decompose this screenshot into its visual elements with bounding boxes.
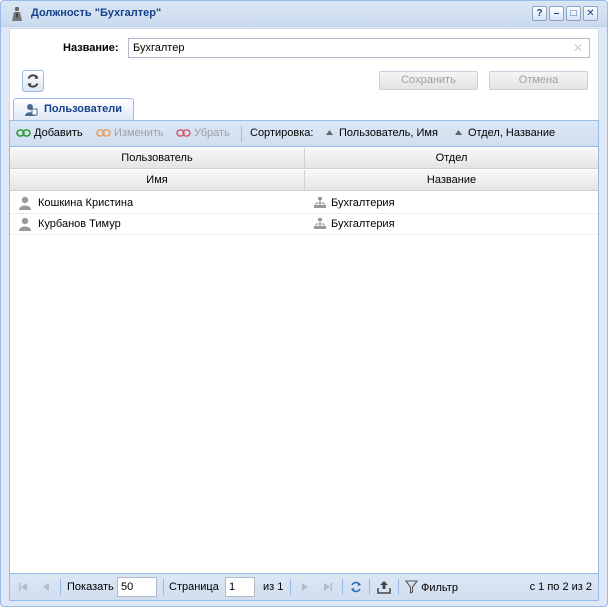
dialog-window: Должность "Бухгалтер" ? – □ ✕ Название: … xyxy=(0,0,608,607)
refresh-icon[interactable] xyxy=(349,580,363,594)
group-header-dept[interactable]: Отдел xyxy=(305,148,598,169)
dept-name-cell: Бухгалтерия xyxy=(331,218,395,230)
group-header-user[interactable]: Пользователь xyxy=(10,148,304,169)
window-body: Название: Бухгалтер ✕ Сохранить Отмена П… xyxy=(9,28,599,601)
grid-toolbar: Добавить Изменить Убрать Сортировка: Пол… xyxy=(10,121,598,147)
page-size-label: Показать xyxy=(67,581,114,593)
sort-asc-icon xyxy=(326,130,333,135)
save-button[interactable]: Сохранить xyxy=(379,71,478,90)
user-icon xyxy=(19,196,31,210)
edit-button[interactable]: Изменить xyxy=(96,127,164,139)
tab-strip: Пользователи xyxy=(9,96,599,120)
maximize-button[interactable]: □ xyxy=(566,6,581,21)
org-structure-icon xyxy=(314,197,326,208)
refresh-icon xyxy=(27,74,39,88)
minimize-button[interactable]: – xyxy=(549,6,564,21)
table-row[interactable]: Кошкина Кристина Бухгалтерия xyxy=(10,193,598,214)
window-titlebar[interactable]: Должность "Бухгалтер" ? – □ ✕ xyxy=(1,1,607,27)
tab-users[interactable]: Пользователи xyxy=(13,98,134,120)
user-icon xyxy=(19,217,31,231)
first-page-icon[interactable] xyxy=(16,580,30,594)
remove-button[interactable]: Убрать xyxy=(176,127,230,139)
sort-asc-icon xyxy=(455,130,462,135)
sort-label: Сортировка: xyxy=(250,127,314,139)
link-edit-icon xyxy=(96,129,111,137)
paging-toolbar: Показать 50 Страница 1 из 1 Фильтр с 1 п… xyxy=(10,573,598,600)
name-input-value: Бухгалтер xyxy=(133,42,185,54)
add-button[interactable]: Добавить xyxy=(16,127,83,139)
page-size-input[interactable]: 50 xyxy=(117,577,157,597)
page-label: Страница xyxy=(169,581,219,593)
name-input[interactable]: Бухгалтер ✕ xyxy=(128,38,590,58)
page-number-input[interactable]: 1 xyxy=(225,577,255,597)
filter-label: Фильтр xyxy=(421,582,458,594)
page-size-value: 50 xyxy=(121,581,134,593)
last-page-icon[interactable] xyxy=(321,580,335,594)
toolbar-separator xyxy=(241,126,242,142)
link-add-icon xyxy=(16,129,31,137)
window-title: Должность "Бухгалтер" xyxy=(31,7,162,19)
column-header-name[interactable]: Имя xyxy=(10,170,304,191)
pager-separator xyxy=(60,579,61,595)
column-header-row: Имя Название xyxy=(10,170,598,191)
filter-icon xyxy=(404,580,419,594)
remove-label: Убрать xyxy=(194,127,230,139)
paging-summary: с 1 по 2 из 2 xyxy=(529,581,592,593)
column-header-title[interactable]: Название xyxy=(305,170,598,191)
user-name-cell: Кошкина Кристина xyxy=(38,197,134,209)
pager-separator xyxy=(163,579,164,595)
filter-button[interactable]: Фильтр xyxy=(404,580,458,594)
group-header-row: Пользователь Отдел xyxy=(10,148,598,169)
reload-button[interactable] xyxy=(22,70,44,92)
pager-separator xyxy=(342,579,343,595)
page-count-label: из 1 xyxy=(263,581,284,593)
users-icon xyxy=(25,104,38,116)
cancel-button[interactable]: Отмена xyxy=(489,71,588,90)
sort1-label: Пользователь, Имя xyxy=(339,127,438,139)
position-badge-icon xyxy=(12,7,22,21)
users-grid-panel: Добавить Изменить Убрать Сортировка: Пол… xyxy=(9,120,599,601)
dept-name-cell: Бухгалтерия xyxy=(331,197,395,209)
help-button[interactable]: ? xyxy=(532,6,547,21)
prev-page-icon[interactable] xyxy=(39,580,53,594)
export-icon[interactable] xyxy=(377,580,391,594)
pager-separator xyxy=(398,579,399,595)
pager-separator xyxy=(290,579,291,595)
user-name-cell: Курбанов Тимур xyxy=(38,218,121,230)
sort-by-dept-button[interactable]: Отдел, Название xyxy=(455,127,555,139)
close-button[interactable]: ✕ xyxy=(583,6,598,21)
next-page-icon[interactable] xyxy=(298,580,312,594)
table-row[interactable]: Курбанов Тимур Бухгалтерия xyxy=(10,214,598,235)
sort-by-user-button[interactable]: Пользователь, Имя xyxy=(326,127,438,139)
clear-icon[interactable]: ✕ xyxy=(573,41,583,55)
sort2-label: Отдел, Название xyxy=(468,127,556,139)
org-structure-icon xyxy=(314,218,326,229)
add-label: Добавить xyxy=(34,127,83,139)
form-panel: Название: Бухгалтер ✕ Сохранить Отмена xyxy=(9,28,599,96)
name-label: Название: xyxy=(63,42,119,54)
page-number-value: 1 xyxy=(229,581,236,593)
tab-users-label: Пользователи xyxy=(44,103,123,115)
pager-separator xyxy=(369,579,370,595)
link-remove-icon xyxy=(176,129,191,137)
edit-label: Изменить xyxy=(114,127,164,139)
